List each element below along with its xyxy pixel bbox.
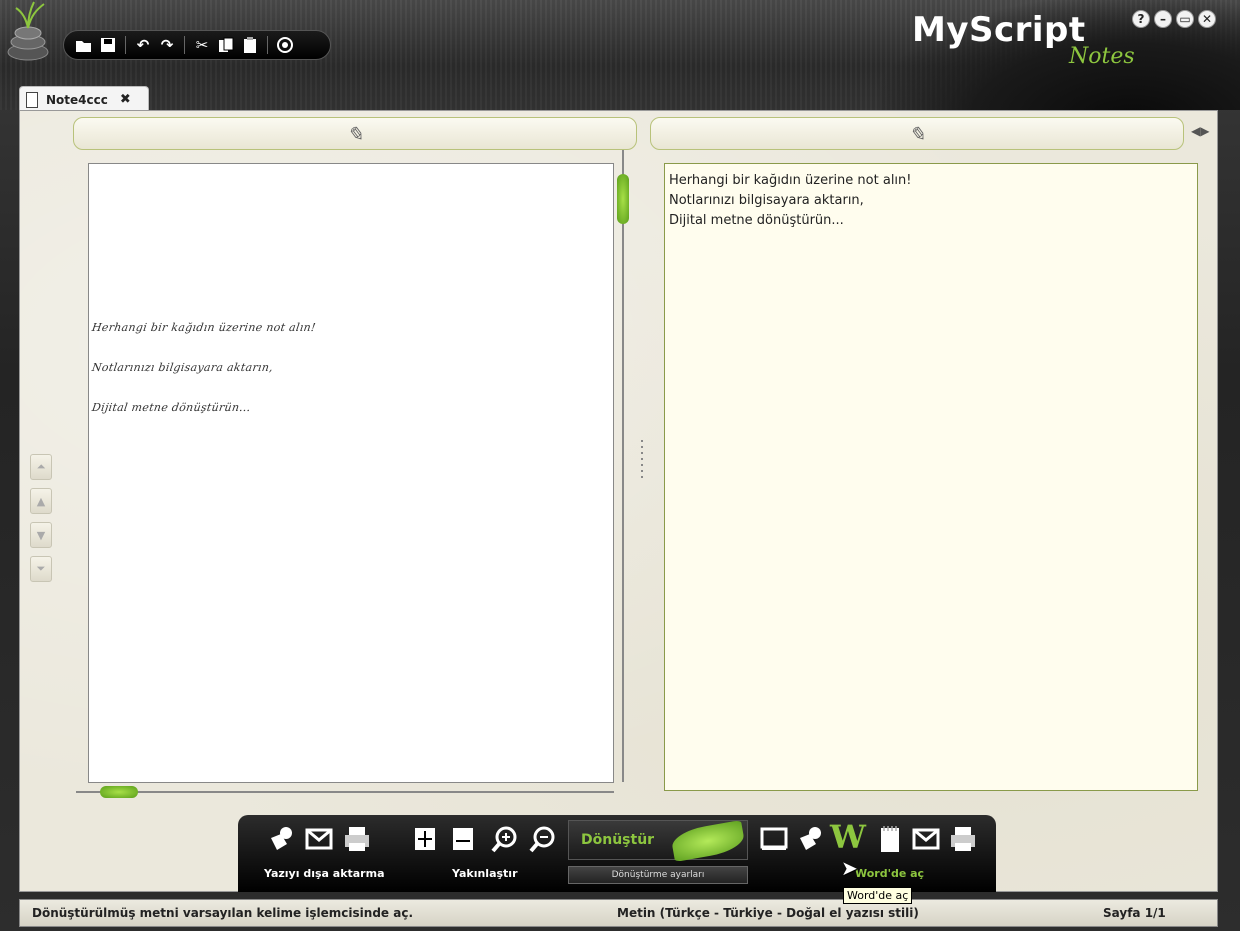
help-button[interactable]: ?: [1132, 10, 1150, 28]
close-button[interactable]: ✕: [1198, 10, 1216, 28]
tab-close-icon[interactable]: ✖: [120, 92, 131, 107]
tab-note[interactable]: Note4ccc ✖: [19, 86, 149, 112]
convert-settings-button[interactable]: Dönüştürme ayarları: [568, 866, 748, 884]
status-message: Dönüştürülmüş metni varsayılan kelime iş…: [32, 906, 413, 920]
print-icon[interactable]: [340, 822, 374, 856]
text-panel-header[interactable]: ✎: [650, 117, 1184, 150]
text-line: Notlarınızı bilgisayara aktarın,: [669, 193, 864, 208]
vertical-scroll-thumb[interactable]: [617, 174, 629, 224]
status-bar: Dönüştürülmüş metni varsayılan kelime iş…: [19, 899, 1218, 927]
horizontal-scrollbar[interactable]: [76, 791, 614, 793]
email-text-icon[interactable]: [909, 822, 943, 856]
word-open-label: Word'de aç: [855, 867, 925, 880]
status-language[interactable]: Metin (Türkçe - Türkiye - Doğal el yazıs…: [617, 906, 919, 920]
vertical-scrollbar[interactable]: [622, 150, 624, 782]
save-icon[interactable]: [98, 35, 118, 55]
ink-line: Notlarınızı bilgisayara aktarın,: [91, 361, 274, 374]
settings-icon[interactable]: [275, 35, 295, 55]
toolbar-separator: [267, 36, 268, 54]
window-view-icon[interactable]: [757, 822, 791, 856]
window-controls: ? – ▭ ✕: [1132, 10, 1216, 28]
paste-icon[interactable]: [240, 35, 260, 55]
open-icon[interactable]: [74, 35, 94, 55]
zoom-label: Yakınlaştır: [452, 867, 518, 880]
panel-swap-icon[interactable]: ◀▶: [1191, 124, 1209, 138]
notepad-icon[interactable]: [873, 822, 907, 856]
document-icon: [26, 91, 38, 108]
toolbar-separator: [125, 36, 126, 54]
text-line: Dijital metne dönüştürün...: [669, 213, 844, 228]
toolbar-separator: [184, 36, 185, 54]
mouse-cursor-icon: ➤: [841, 856, 858, 880]
brand-subtitle: Notes: [1069, 44, 1135, 69]
previous-page-button[interactable]: ▲: [30, 488, 52, 514]
text-pen-icon: ✎: [908, 121, 926, 146]
undo-icon[interactable]: ↶: [133, 35, 153, 55]
copy-icon[interactable]: [216, 35, 236, 55]
tab-label: Note4ccc: [46, 92, 108, 107]
app-logo-icon: [7, 1, 49, 61]
word-icon[interactable]: W: [830, 818, 866, 856]
converted-text-page[interactable]: Herhangi bir kağıdın üzerine not alın! N…: [664, 163, 1198, 791]
panel-splitter[interactable]: [641, 440, 643, 478]
minimize-button[interactable]: –: [1154, 10, 1172, 28]
convert-label: Dönüştür: [581, 832, 655, 848]
redo-icon[interactable]: ↷: [157, 35, 177, 55]
export-text-image-icon[interactable]: [795, 822, 829, 856]
first-page-button[interactable]: ⏶: [30, 454, 52, 480]
ink-page[interactable]: Herhangi bir kağıdın üzerine not alın! N…: [88, 163, 614, 783]
export-image-icon[interactable]: [266, 822, 300, 856]
page-navigation: ⏶ ▲ ▼ ⏷: [30, 454, 52, 582]
export-label: Yazıyı dışa aktarma: [264, 867, 385, 880]
pen-icon: ✎: [346, 121, 364, 146]
ink-line: Dijital metne dönüştürün...: [91, 401, 252, 414]
cut-icon[interactable]: ✂: [192, 35, 212, 55]
horizontal-scroll-thumb[interactable]: [100, 786, 138, 798]
zoom-out-icon[interactable]: [526, 822, 560, 856]
last-page-button[interactable]: ⏷: [30, 556, 52, 582]
text-line: Herhangi bir kağıdın üzerine not alın!: [669, 173, 912, 188]
brand-title: MyScript: [912, 10, 1086, 50]
ink-panel-header[interactable]: ✎: [73, 117, 637, 150]
next-page-button[interactable]: ▼: [30, 522, 52, 548]
fit-width-icon[interactable]: [446, 822, 480, 856]
zoom-in-icon[interactable]: [488, 822, 522, 856]
main-toolbar: ↶ ↷ ✂: [63, 30, 331, 60]
print-text-icon[interactable]: [946, 822, 980, 856]
fit-page-icon[interactable]: [408, 822, 442, 856]
status-page: Sayfa 1/1: [1103, 906, 1166, 920]
tooltip: Word'de aç: [843, 887, 913, 904]
ink-line: Herhangi bir kağıdın üzerine not alın!: [91, 321, 317, 334]
email-icon[interactable]: [302, 822, 336, 856]
maximize-button[interactable]: ▭: [1176, 10, 1194, 28]
